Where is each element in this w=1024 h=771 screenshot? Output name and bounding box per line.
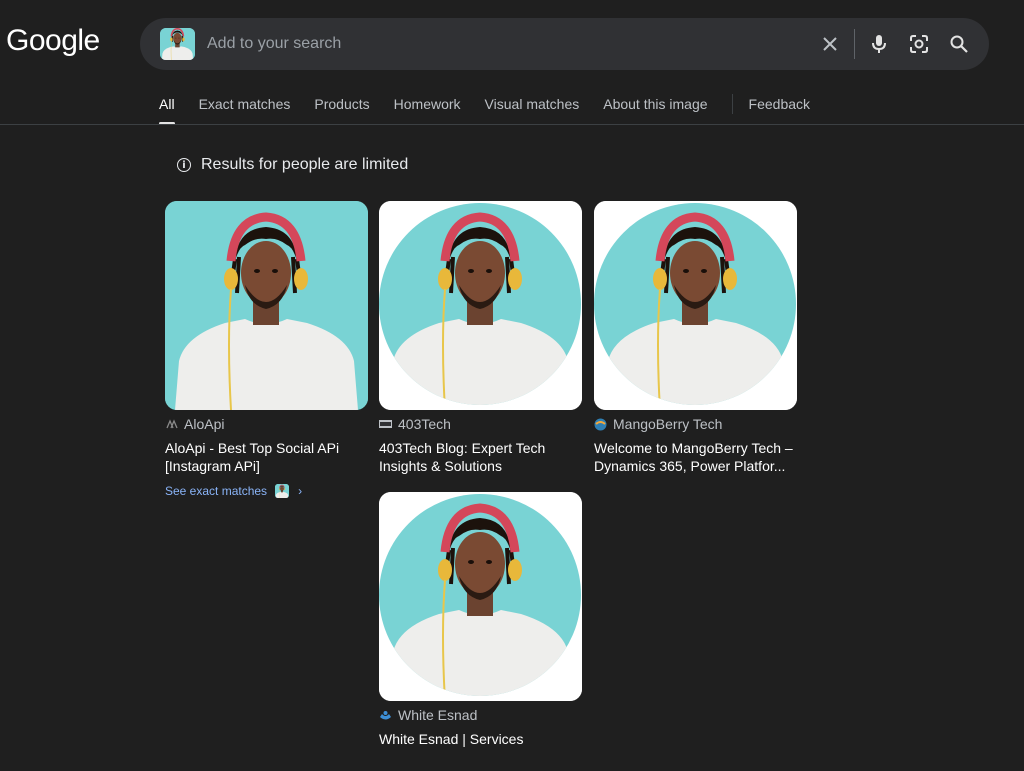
result-card[interactable]: White Esnad White Esnad | Services [379,492,582,748]
info-icon[interactable]: i [177,158,191,172]
tabs-divider [731,94,733,114]
source-name: White Esnad [398,707,478,723]
mangoberry-favicon [594,418,607,431]
source-name: MangoBerry Tech [613,416,723,432]
result-image[interactable] [594,201,797,410]
tab-homework[interactable]: Homework [394,96,461,125]
search-image-thumbnail[interactable] [160,28,195,60]
result-source[interactable]: 403Tech [379,416,582,432]
result-source[interactable]: White Esnad [379,707,582,723]
result-card[interactable]: MangoBerry Tech Welcome to MangoBerry Te… [594,201,797,475]
search-input[interactable] [207,18,810,70]
tab-feedback[interactable]: Feedback [749,96,810,125]
source-name: 403Tech [398,416,451,432]
403tech-favicon [379,418,392,431]
aloapi-favicon [165,418,178,431]
see-exact-matches-link[interactable]: See exact matches › [165,484,368,498]
result-title[interactable]: AloApi - Best Top Social APi [Instagram … [165,439,368,475]
notice-text: Results for people are limited [201,156,409,173]
search-bar[interactable] [140,18,989,70]
tab-about-this-image[interactable]: About this image [603,96,707,125]
source-name: AloApi [184,416,225,432]
result-card[interactable]: AloApi AloApi - Best Top Social APi [Ins… [165,201,368,498]
exact-matches-label: See exact matches [165,484,268,498]
result-source[interactable]: AloApi [165,416,368,432]
tab-visual-matches[interactable]: Visual matches [485,96,580,125]
lens-icon[interactable] [899,24,939,64]
results-tabs: All Exact matches Products Homework Visu… [159,94,834,125]
chevron-right-icon: › [298,484,303,498]
result-title[interactable]: White Esnad | Services [379,730,582,748]
people-limited-notice: i Results for people are limited [177,156,408,174]
exact-match-thumbnail [275,484,290,498]
tab-all[interactable]: All [159,96,175,125]
result-source[interactable]: MangoBerry Tech [594,416,797,432]
tab-products[interactable]: Products [314,96,369,125]
result-image[interactable] [379,201,582,410]
result-title[interactable]: Welcome to MangoBerry Tech – Dynamics 36… [594,439,797,475]
search-divider [854,29,855,59]
search-icon[interactable] [939,24,979,64]
result-card[interactable]: 403Tech 403Tech Blog: Expert Tech Insigh… [379,201,582,475]
result-image[interactable] [379,492,582,701]
tabs-separator [0,124,1024,125]
tab-exact-matches[interactable]: Exact matches [199,96,291,125]
close-icon[interactable] [810,24,850,64]
result-title[interactable]: 403Tech Blog: Expert Tech Insights & Sol… [379,439,582,475]
result-image[interactable] [165,201,368,410]
google-logo[interactable]: Google [6,24,100,58]
white-esnad-favicon [379,709,392,722]
mic-icon[interactable] [859,24,899,64]
